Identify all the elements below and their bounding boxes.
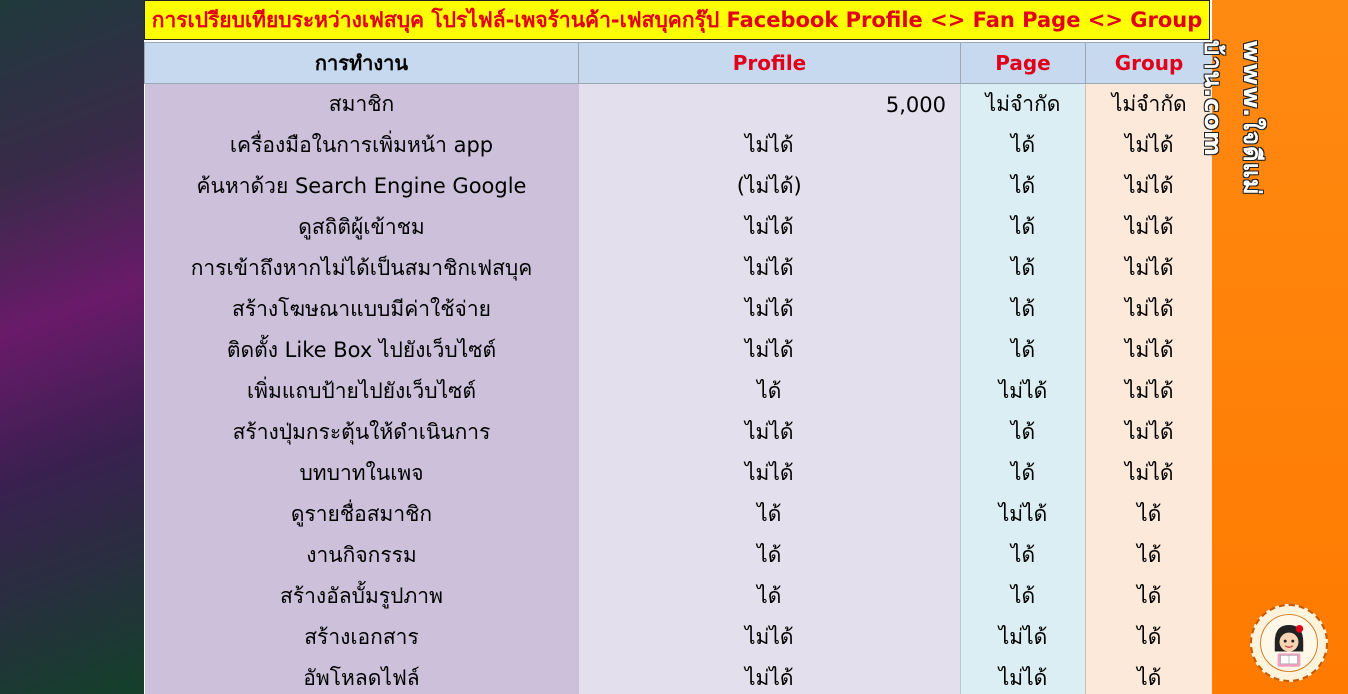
table-row: ติดตั้ง Like Box ไปยังเว็บไซต์ ไม่ได้ ได… xyxy=(144,330,1212,371)
activity-cell: การเข้าถึงหากไม่ได้เป็นสมาชิกเฟสบุค xyxy=(144,248,579,289)
activity-cell: อัพโหลดไฟล์ xyxy=(144,658,579,694)
table-row: สร้างเอกสาร ไม่ได้ ไม่ได้ ได้ xyxy=(144,617,1212,658)
table-row: บทบาทในเพจ ไม่ได้ ได้ ไม่ได้ xyxy=(144,453,1212,494)
group-cell: ได้ xyxy=(1085,494,1212,535)
page-cell: ได้ xyxy=(960,125,1086,166)
profile-cell: (ไม่ได้) xyxy=(578,166,961,207)
comparison-sheet: การเปรียบเทียบระหว่างเฟสบุค โปรไฟล์-เพจร… xyxy=(144,0,1212,694)
sheet-title: การเปรียบเทียบระหว่างเฟสบุค โปรไฟล์-เพจร… xyxy=(144,0,1210,40)
page-cell: ได้ xyxy=(960,289,1086,330)
group-cell: ได้ xyxy=(1085,617,1212,658)
page-cell: ได้ xyxy=(960,207,1086,248)
activity-cell: สร้างอัลบั้มรูปภาพ xyxy=(144,576,579,617)
page-cell: ได้ xyxy=(960,166,1086,207)
group-cell: ได้ xyxy=(1085,658,1212,694)
page-cell: ได้ xyxy=(960,453,1086,494)
profile-cell: ได้ xyxy=(578,535,961,576)
profile-cell: ได้ xyxy=(578,371,961,412)
table-row: สร้างอัลบั้มรูปภาพ ได้ ได้ ได้ xyxy=(144,576,1212,617)
table-row: เครื่องมือในการเพิ่มหน้า app ไม่ได้ ได้ … xyxy=(144,125,1212,166)
girl-reading-logo-icon xyxy=(1250,604,1328,682)
profile-cell: ไม่ได้ xyxy=(578,207,961,248)
profile-cell: ไม่ได้ xyxy=(578,617,961,658)
page-cell: ไม่จำกัด xyxy=(960,83,1086,125)
page-cell: ได้ xyxy=(960,576,1086,617)
activity-cell: เพิ่มแถบป้ายไปยังเว็บไซต์ xyxy=(144,371,579,412)
header-row: การทำงาน Profile Page Group xyxy=(144,42,1212,84)
activity-cell: สร้างปุ่มกระตุ้นให้ดำเนินการ xyxy=(144,412,579,453)
profile-cell: ได้ xyxy=(578,494,961,535)
profile-cell: ไม่ได้ xyxy=(578,412,961,453)
activity-cell: สร้างเอกสาร xyxy=(144,617,579,658)
table-row: ดูรายชื่อสมาชิก ได้ ไม่ได้ ได้ xyxy=(144,494,1212,535)
profile-cell: ไม่ได้ xyxy=(578,330,961,371)
page-cell: ไม่ได้ xyxy=(960,494,1086,535)
activity-cell: เครื่องมือในการเพิ่มหน้า app xyxy=(144,125,579,166)
comparison-table: การทำงาน Profile Page Group สมาชิก 5,000… xyxy=(144,42,1212,694)
profile-cell: 5,000 xyxy=(578,83,961,125)
page-cell: ได้ xyxy=(960,330,1086,371)
table-row: เพิ่มแถบป้ายไปยังเว็บไซต์ ได้ ไม่ได้ ไม่… xyxy=(144,371,1212,412)
page-cell: ได้ xyxy=(960,248,1086,289)
table-row: การเข้าถึงหากไม่ได้เป็นสมาชิกเฟสบุค ไม่ไ… xyxy=(144,248,1212,289)
profile-cell: ไม่ได้ xyxy=(578,658,961,694)
group-cell: ไม่ได้ xyxy=(1085,412,1212,453)
left-background xyxy=(0,0,144,694)
table-row: สร้างปุ่มกระตุ้นให้ดำเนินการ ไม่ได้ ได้ … xyxy=(144,412,1212,453)
profile-cell: ไม่ได้ xyxy=(578,289,961,330)
website-watermark: www.ใจดีแม่บ้าน.com xyxy=(1199,40,1266,280)
table-row: งานกิจกรรม ได้ ได้ ได้ xyxy=(144,535,1212,576)
group-cell: ไม่ได้ xyxy=(1085,371,1212,412)
activity-cell: ดูรายชื่อสมาชิก xyxy=(144,494,579,535)
profile-cell: ไม่ได้ xyxy=(578,248,961,289)
page-cell: ได้ xyxy=(960,412,1086,453)
page-cell: ได้ xyxy=(960,535,1086,576)
activity-cell: งานกิจกรรม xyxy=(144,535,579,576)
profile-cell: ไม่ได้ xyxy=(578,453,961,494)
activity-cell: ติดตั้ง Like Box ไปยังเว็บไซต์ xyxy=(144,330,579,371)
page-cell: ไม่ได้ xyxy=(960,658,1086,694)
page-cell: ไม่ได้ xyxy=(960,617,1086,658)
activity-cell: ค้นหาด้วย Search Engine Google xyxy=(144,166,579,207)
table-row: สร้างโฆษณาแบบมีค่าใช้จ่าย ไม่ได้ ได้ ไม่… xyxy=(144,289,1212,330)
group-cell: ได้ xyxy=(1085,535,1212,576)
activity-cell: บทบาทในเพจ xyxy=(144,453,579,494)
table-row: อัพโหลดไฟล์ ไม่ได้ ไม่ได้ ได้ xyxy=(144,658,1212,694)
table-row: ดูสถิติผู้เข้าชม ไม่ได้ ได้ ไม่ได้ xyxy=(144,207,1212,248)
header-page: Page xyxy=(960,42,1086,84)
header-activity: การทำงาน xyxy=(144,42,579,84)
group-cell: ได้ xyxy=(1085,576,1212,617)
activity-cell: ดูสถิติผู้เข้าชม xyxy=(144,207,579,248)
group-cell: ไม่ได้ xyxy=(1085,330,1212,371)
watermark-text: www.ใจดีแม่บ้าน.com xyxy=(1199,40,1266,196)
header-profile: Profile xyxy=(578,42,961,84)
activity-cell: สมาชิก xyxy=(144,83,579,125)
table-row: สมาชิก 5,000 ไม่จำกัด ไม่จำกัด xyxy=(144,83,1212,125)
table-row: ค้นหาด้วย Search Engine Google (ไม่ได้) … xyxy=(144,166,1212,207)
profile-cell: ได้ xyxy=(578,576,961,617)
group-cell: ไม่ได้ xyxy=(1085,453,1212,494)
page-cell: ไม่ได้ xyxy=(960,371,1086,412)
group-cell: ไม่ได้ xyxy=(1085,289,1212,330)
activity-cell: สร้างโฆษณาแบบมีค่าใช้จ่าย xyxy=(144,289,579,330)
profile-cell: ไม่ได้ xyxy=(578,125,961,166)
